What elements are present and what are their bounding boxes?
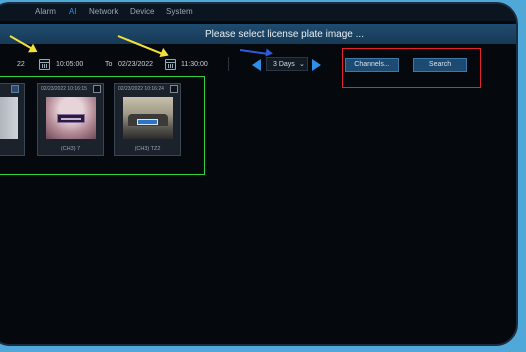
start-time-field[interactable]: 10:05:00 (56, 61, 83, 68)
start-date-field[interactable]: 22 (17, 61, 25, 68)
menu-item-device[interactable]: Device (130, 7, 154, 16)
to-label: To (105, 61, 113, 68)
range-dropdown[interactable]: 3 Days ⌄ (266, 57, 308, 71)
triangle-right-icon[interactable] (312, 59, 321, 71)
chevron-down-icon: ⌄ (299, 61, 305, 68)
end-date-field[interactable]: 02/23/2022 (118, 61, 153, 68)
menu-item-system[interactable]: System (166, 7, 193, 16)
calendar-icon[interactable] (39, 59, 50, 70)
menu-item-ai[interactable]: AI (69, 7, 77, 16)
triangle-left-icon[interactable] (252, 59, 261, 71)
divider (228, 57, 229, 71)
menu-item-network[interactable]: Network (89, 7, 118, 16)
menu-item-alarm[interactable]: Alarm (35, 7, 56, 16)
page-title: Please select license plate image ... (205, 29, 364, 40)
annotation-red-box (342, 48, 481, 88)
annotation-green-box (0, 76, 205, 175)
title-bar: Please select license plate image ... (0, 24, 516, 44)
menu-bar: Alarm AI Network Device System (0, 4, 516, 21)
dvr-window: Alarm AI Network Device System Please se… (0, 2, 518, 346)
range-selected-value: 3 Days (273, 61, 295, 68)
calendar-icon[interactable] (165, 59, 176, 70)
end-time-field[interactable]: 11:30:00 (181, 61, 208, 68)
annotation-blue-arrowhead (265, 48, 274, 58)
